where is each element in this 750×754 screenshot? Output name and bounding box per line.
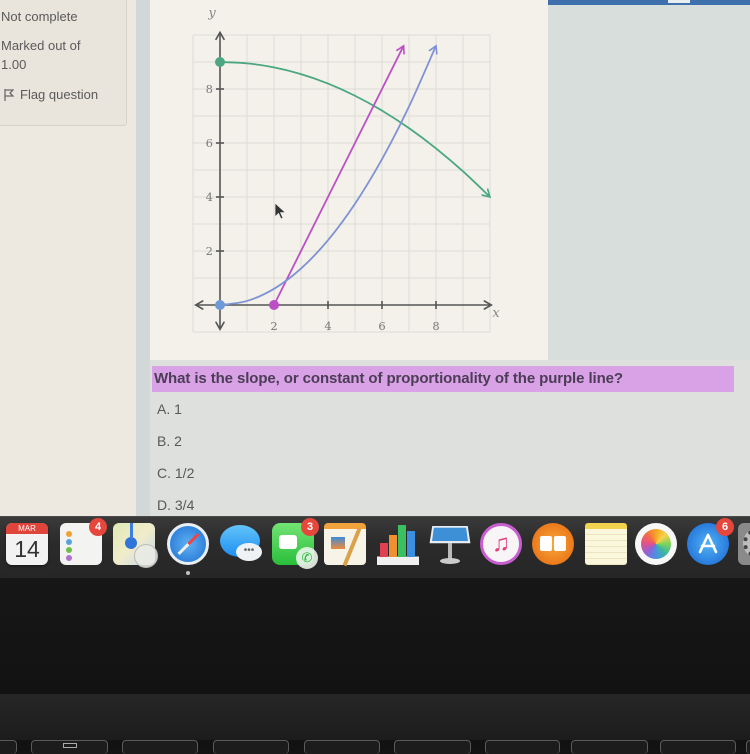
question-text: What is the slope, or constant of propor… (154, 370, 623, 387)
facetime-icon[interactable]: ✆ 3 (272, 518, 319, 569)
calendar-icon[interactable]: MAR 14 (6, 523, 48, 565)
y-axis-label: y (207, 6, 216, 21)
notes-icon[interactable] (585, 523, 627, 565)
top-navbar (548, 0, 750, 5)
facetime-badge: 3 (301, 518, 319, 536)
reminders-icon[interactable]: 4 (60, 518, 107, 565)
keyboard-key (660, 740, 736, 754)
x-tick-label: 4 (324, 319, 331, 333)
messages-icon[interactable]: ••• (220, 523, 262, 565)
photos-icon[interactable] (635, 523, 677, 565)
keyboard-key (394, 740, 471, 754)
flag-icon (4, 88, 14, 101)
green-curve-start-point (215, 57, 225, 67)
column-gutter (136, 0, 150, 516)
mission-control-icon (63, 743, 77, 748)
x-tick-label: 2 (270, 319, 277, 333)
answer-option-a[interactable]: A. 1 (157, 401, 182, 417)
question-status: Not complete (1, 9, 78, 24)
flag-question-label: Flag question (20, 87, 99, 102)
answer-option-b[interactable]: B. 2 (157, 433, 182, 449)
ibooks-icon[interactable] (532, 523, 574, 565)
blue-curve-start-point (215, 300, 225, 310)
keyboard-key (571, 740, 648, 754)
marked-out-of-label: Marked out of (1, 38, 81, 53)
purple-line-series (273, 44, 405, 306)
screen: Question 6 Not complete Marked out of 1.… (0, 0, 750, 516)
keyboard-key (213, 740, 289, 754)
keyboard-key (485, 740, 560, 754)
calendar-day: 14 (14, 536, 40, 562)
keyboard-key (0, 740, 17, 754)
app-store-badge: 6 (716, 518, 734, 536)
x-tick-label: 6 (378, 319, 385, 333)
marked-out-of-value: 1.00 (1, 57, 27, 72)
right-blank-area (548, 0, 750, 360)
numbers-icon[interactable] (377, 523, 419, 565)
keyboard-key (746, 740, 750, 754)
calendar-month: MAR (6, 523, 48, 534)
laptop-hinge (0, 694, 750, 740)
maps-icon[interactable] (113, 523, 158, 568)
x-tick-label: 8 (432, 319, 439, 333)
purple-line-start-point (269, 300, 279, 310)
graph-chart: y x 2 4 6 8 2 4 6 8 (192, 6, 500, 333)
safari-icon[interactable] (167, 523, 209, 565)
screen-bezel (0, 578, 750, 694)
app-store-icon[interactable]: 6 (687, 518, 734, 565)
y-tick-label: 6 (206, 136, 213, 150)
answer-option-d[interactable]: D. 3/4 (157, 497, 194, 513)
keyboard-key (304, 740, 380, 754)
mouse-cursor-icon (274, 202, 287, 220)
flag-question-link[interactable]: Flag question (4, 87, 98, 102)
reminders-badge: 4 (89, 518, 107, 536)
system-preferences-icon[interactable] (738, 523, 750, 565)
pages-icon[interactable] (324, 523, 366, 567)
answer-option-c[interactable]: C. 1/2 (157, 465, 194, 481)
y-tick-label: 4 (206, 190, 213, 204)
y-tick-label: 2 (206, 244, 213, 258)
safari-running-indicator (186, 571, 190, 575)
x-axis-label: x (492, 306, 500, 321)
question-info-box: Question 6 Not complete Marked out of 1.… (0, 0, 127, 126)
y-tick-label: 8 (206, 82, 213, 96)
dock: MAR 14 4 ••• ✆ 3 ♫ 6 (0, 516, 750, 579)
itunes-icon[interactable]: ♫ (480, 523, 522, 565)
keynote-icon[interactable] (429, 523, 471, 565)
navbar-button[interactable] (668, 0, 690, 3)
keyboard-key-mission-control (31, 740, 108, 754)
keyboard-key (122, 740, 198, 754)
